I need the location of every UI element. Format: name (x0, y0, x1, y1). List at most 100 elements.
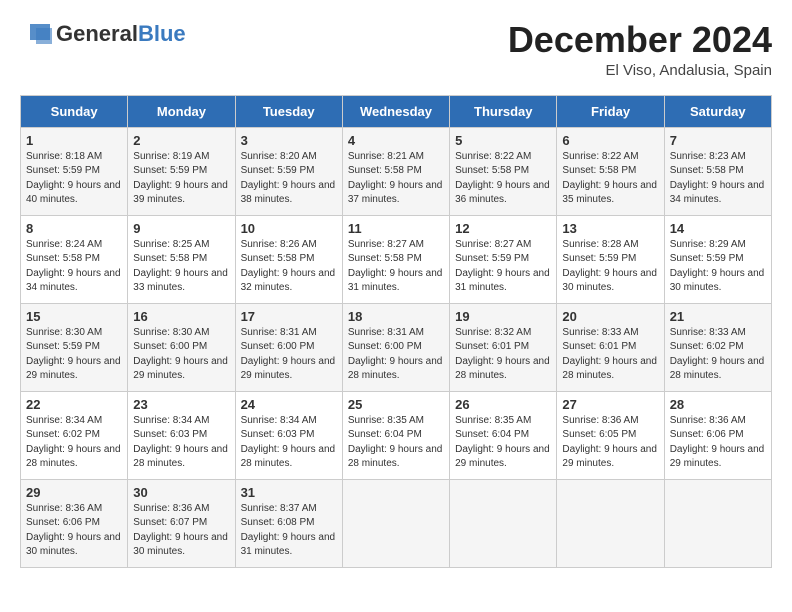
day-number: 31 (241, 485, 337, 500)
day-number: 24 (241, 397, 337, 412)
day-number: 16 (133, 309, 229, 324)
day-number: 2 (133, 133, 229, 148)
calendar-day-cell: 10 Sunrise: 8:26 AMSunset: 5:58 PMDayligh… (235, 215, 342, 303)
calendar-day-cell: 12 Sunrise: 8:27 AMSunset: 5:59 PMDayligh… (450, 215, 557, 303)
day-detail: Sunrise: 8:29 AMSunset: 5:59 PMDaylight:… (670, 239, 765, 294)
day-number: 5 (455, 133, 551, 148)
logo: GeneralBlue (20, 20, 186, 48)
calendar-day-cell: 3 Sunrise: 8:20 AMSunset: 5:59 PMDaylight… (235, 127, 342, 215)
calendar-day-cell: 11 Sunrise: 8:27 AMSunset: 5:58 PMDayligh… (342, 215, 449, 303)
calendar-header-row: SundayMondayTuesdayWednesdayThursdayFrid… (21, 95, 772, 127)
calendar-day-cell: 29 Sunrise: 8:36 AMSunset: 6:06 PMDayligh… (21, 479, 128, 567)
day-number: 12 (455, 221, 551, 236)
day-detail: Sunrise: 8:33 AMSunset: 6:02 PMDaylight:… (670, 327, 765, 382)
day-number: 4 (348, 133, 444, 148)
day-detail: Sunrise: 8:25 AMSunset: 5:58 PMDaylight:… (133, 239, 228, 294)
day-detail: Sunrise: 8:36 AMSunset: 6:06 PMDaylight:… (26, 503, 121, 558)
day-detail: Sunrise: 8:18 AMSunset: 5:59 PMDaylight:… (26, 151, 121, 206)
calendar-day-cell: 1Sunrise: 8:18 AMSunset: 5:59 PMDaylight… (21, 127, 128, 215)
day-number: 27 (562, 397, 658, 412)
calendar-day-cell (450, 479, 557, 567)
calendar-day-cell: 2Sunrise: 8:19 AMSunset: 5:59 PMDaylight… (128, 127, 235, 215)
calendar-day-cell: 17 Sunrise: 8:31 AMSunset: 6:00 PMDayligh… (235, 303, 342, 391)
calendar-day-cell: 18Sunrise: 8:31 AMSunset: 6:00 PMDayligh… (342, 303, 449, 391)
day-number: 17 (241, 309, 337, 324)
day-number: 30 (133, 485, 229, 500)
day-number: 29 (26, 485, 122, 500)
day-detail: Sunrise: 8:27 AMSunset: 5:58 PMDaylight:… (348, 239, 443, 294)
day-detail: Sunrise: 8:34 AMSunset: 6:03 PMDaylight:… (241, 415, 336, 470)
day-number: 7 (670, 133, 766, 148)
column-header-sunday: Sunday (21, 95, 128, 127)
day-number: 10 (241, 221, 337, 236)
column-header-wednesday: Wednesday (342, 95, 449, 127)
day-detail: Sunrise: 8:31 AMSunset: 6:00 PMDaylight:… (348, 327, 443, 382)
calendar-day-cell: 30 Sunrise: 8:36 AMSunset: 6:07 PMDayligh… (128, 479, 235, 567)
day-detail: Sunrise: 8:30 AMSunset: 5:59 PMDaylight:… (26, 327, 121, 382)
calendar-day-cell: 6 Sunrise: 8:22 AMSunset: 5:58 PMDaylight… (557, 127, 664, 215)
day-number: 23 (133, 397, 229, 412)
day-detail: Sunrise: 8:31 AMSunset: 6:00 PMDaylight:… (241, 327, 336, 382)
calendar-day-cell: 7 Sunrise: 8:23 AMSunset: 5:58 PMDaylight… (664, 127, 771, 215)
day-number: 19 (455, 309, 551, 324)
day-detail: Sunrise: 8:20 AMSunset: 5:59 PMDaylight:… (241, 151, 336, 206)
calendar-day-cell: 19 Sunrise: 8:32 AMSunset: 6:01 PMDayligh… (450, 303, 557, 391)
calendar-day-cell: 22Sunrise: 8:34 AMSunset: 6:02 PMDayligh… (21, 391, 128, 479)
calendar-day-cell: 13 Sunrise: 8:28 AMSunset: 5:59 PMDayligh… (557, 215, 664, 303)
calendar-week-row: 1Sunrise: 8:18 AMSunset: 5:59 PMDaylight… (21, 127, 772, 215)
calendar-week-row: 29 Sunrise: 8:36 AMSunset: 6:06 PMDayligh… (21, 479, 772, 567)
day-number: 6 (562, 133, 658, 148)
month-title: December 2024 (508, 20, 772, 60)
day-detail: Sunrise: 8:34 AMSunset: 6:02 PMDaylight:… (26, 415, 121, 470)
logo-icon (20, 20, 52, 48)
column-header-monday: Monday (128, 95, 235, 127)
day-detail: Sunrise: 8:28 AMSunset: 5:59 PMDaylight:… (562, 239, 657, 294)
page-header: GeneralBlue December 2024 El Viso, Andal… (20, 20, 772, 79)
calendar-day-cell: 9 Sunrise: 8:25 AMSunset: 5:58 PMDaylight… (128, 215, 235, 303)
day-number: 20 (562, 309, 658, 324)
calendar-day-cell: 28 Sunrise: 8:36 AMSunset: 6:06 PMDayligh… (664, 391, 771, 479)
calendar-day-cell: 14 Sunrise: 8:29 AMSunset: 5:59 PMDayligh… (664, 215, 771, 303)
day-detail: Sunrise: 8:27 AMSunset: 5:59 PMDaylight:… (455, 239, 550, 294)
day-number: 21 (670, 309, 766, 324)
day-detail: Sunrise: 8:21 AMSunset: 5:58 PMDaylight:… (348, 151, 443, 206)
calendar-day-cell: 27Sunrise: 8:36 AMSunset: 6:05 PMDayligh… (557, 391, 664, 479)
day-detail: Sunrise: 8:26 AMSunset: 5:58 PMDaylight:… (241, 239, 336, 294)
calendar-day-cell: 5Sunrise: 8:22 AMSunset: 5:58 PMDaylight… (450, 127, 557, 215)
calendar-day-cell (342, 479, 449, 567)
day-detail: Sunrise: 8:32 AMSunset: 6:01 PMDaylight:… (455, 327, 550, 382)
logo-general: General (56, 21, 138, 46)
day-detail: Sunrise: 8:36 AMSunset: 6:07 PMDaylight:… (133, 503, 228, 558)
day-detail: Sunrise: 8:22 AMSunset: 5:58 PMDaylight:… (562, 151, 657, 206)
calendar-week-row: 15Sunrise: 8:30 AMSunset: 5:59 PMDayligh… (21, 303, 772, 391)
calendar-day-cell: 4 Sunrise: 8:21 AMSunset: 5:58 PMDaylight… (342, 127, 449, 215)
day-number: 3 (241, 133, 337, 148)
column-header-tuesday: Tuesday (235, 95, 342, 127)
day-detail: Sunrise: 8:24 AMSunset: 5:58 PMDaylight:… (26, 239, 121, 294)
location-subtitle: El Viso, Andalusia, Spain (508, 62, 772, 79)
day-number: 26 (455, 397, 551, 412)
calendar-day-cell: 15Sunrise: 8:30 AMSunset: 5:59 PMDayligh… (21, 303, 128, 391)
day-number: 25 (348, 397, 444, 412)
day-number: 13 (562, 221, 658, 236)
day-number: 9 (133, 221, 229, 236)
calendar-week-row: 22Sunrise: 8:34 AMSunset: 6:02 PMDayligh… (21, 391, 772, 479)
calendar-day-cell: 23 Sunrise: 8:34 AMSunset: 6:03 PMDayligh… (128, 391, 235, 479)
column-header-saturday: Saturday (664, 95, 771, 127)
day-detail: Sunrise: 8:36 AMSunset: 6:06 PMDaylight:… (670, 415, 765, 470)
calendar-day-cell (664, 479, 771, 567)
day-number: 14 (670, 221, 766, 236)
day-number: 8 (26, 221, 122, 236)
calendar-week-row: 8 Sunrise: 8:24 AMSunset: 5:58 PMDaylight… (21, 215, 772, 303)
day-number: 28 (670, 397, 766, 412)
calendar-day-cell: 16Sunrise: 8:30 AMSunset: 6:00 PMDayligh… (128, 303, 235, 391)
day-detail: Sunrise: 8:35 AMSunset: 6:04 PMDaylight:… (455, 415, 550, 470)
calendar-table: SundayMondayTuesdayWednesdayThursdayFrid… (20, 95, 772, 568)
day-detail: Sunrise: 8:35 AMSunset: 6:04 PMDaylight:… (348, 415, 443, 470)
day-detail: Sunrise: 8:23 AMSunset: 5:58 PMDaylight:… (670, 151, 765, 206)
column-header-thursday: Thursday (450, 95, 557, 127)
calendar-day-cell (557, 479, 664, 567)
day-number: 11 (348, 221, 444, 236)
calendar-day-cell: 26 Sunrise: 8:35 AMSunset: 6:04 PMDayligh… (450, 391, 557, 479)
day-detail: Sunrise: 8:34 AMSunset: 6:03 PMDaylight:… (133, 415, 228, 470)
